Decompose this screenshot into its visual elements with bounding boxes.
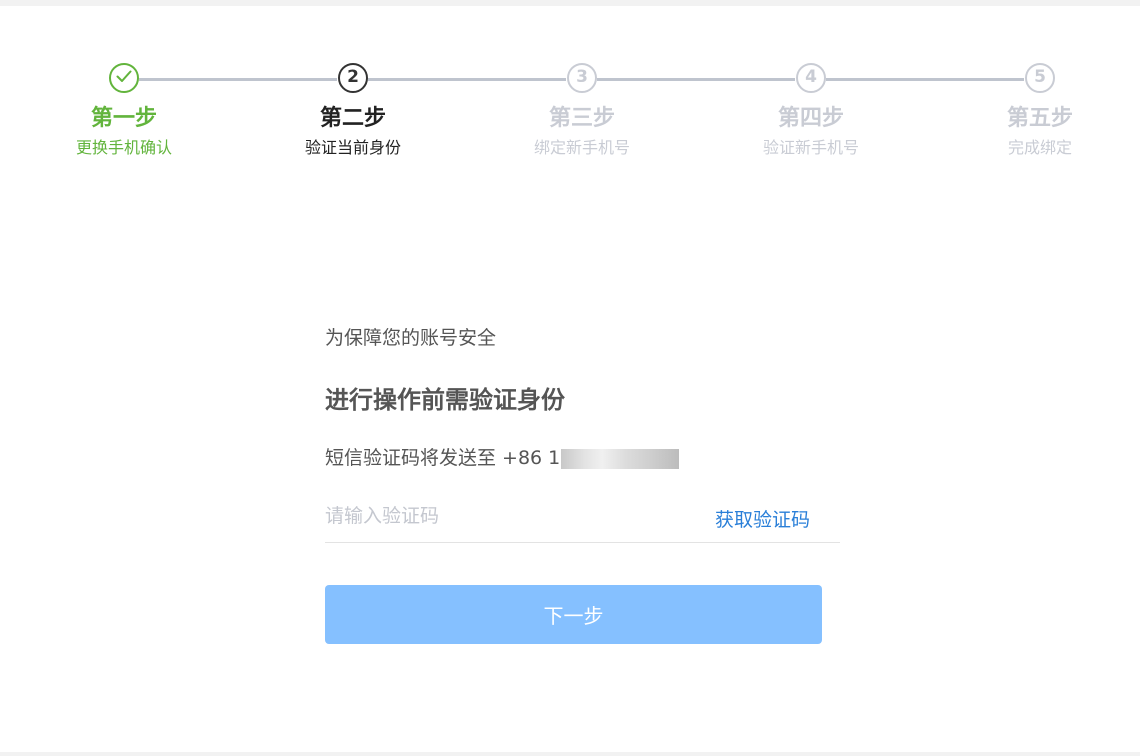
step-5-title: 第五步 xyxy=(1006,106,1073,131)
step-1-subtitle: 更换手机确认 xyxy=(75,138,172,157)
step-1-title: 第一步 xyxy=(90,106,157,131)
verification-card: 第一步 更换手机确认 2 第二步 验证当前身份 3 第三步 绑定新手机号 4 第… xyxy=(0,6,1140,752)
step-2-subtitle: 验证当前身份 xyxy=(304,138,401,157)
masked-phone-number xyxy=(561,448,680,469)
sms-destination: 短信验证码将发送至 +86 1 xyxy=(325,444,840,472)
step-progress: 第一步 更换手机确认 2 第二步 验证当前身份 3 第三步 绑定新手机号 4 第… xyxy=(0,6,1140,206)
step-2: 2 第二步 验证当前身份 xyxy=(263,63,443,159)
step-4: 4 第四步 验证新手机号 xyxy=(721,63,901,159)
step-1: 第一步 更换手机确认 xyxy=(34,63,214,159)
verify-identity-form: 为保障您的账号安全 进行操作前需验证身份 短信验证码将发送至 +86 1 获取验… xyxy=(325,324,840,644)
sms-destination-label: 短信验证码将发送至 +86 1 xyxy=(325,447,561,469)
step-3-number: 3 xyxy=(567,63,597,93)
step-2-title: 第二步 xyxy=(319,106,386,131)
step-2-number: 2 xyxy=(338,63,368,93)
step-3-title: 第三步 xyxy=(548,106,615,131)
verification-code-input[interactable] xyxy=(325,496,665,536)
step-4-subtitle: 验证新手机号 xyxy=(762,138,859,157)
step-4-title: 第四步 xyxy=(777,106,844,131)
step-1-circle xyxy=(109,63,139,93)
security-notice: 为保障您的账号安全 xyxy=(325,327,497,349)
step-4-number: 4 xyxy=(796,63,826,93)
form-heading: 进行操作前需验证身份 xyxy=(325,386,565,414)
step-3-subtitle: 绑定新手机号 xyxy=(533,138,630,157)
check-icon xyxy=(116,70,132,82)
step-5-number: 5 xyxy=(1025,63,1055,93)
get-code-link[interactable]: 获取验证码 xyxy=(715,505,810,532)
step-5-subtitle: 完成绑定 xyxy=(1007,138,1072,157)
code-row: 获取验证码 xyxy=(325,496,840,543)
step-3: 3 第三步 绑定新手机号 xyxy=(492,63,672,159)
next-step-button[interactable]: 下一步 xyxy=(325,585,822,644)
step-5: 5 第五步 完成绑定 xyxy=(950,63,1130,159)
